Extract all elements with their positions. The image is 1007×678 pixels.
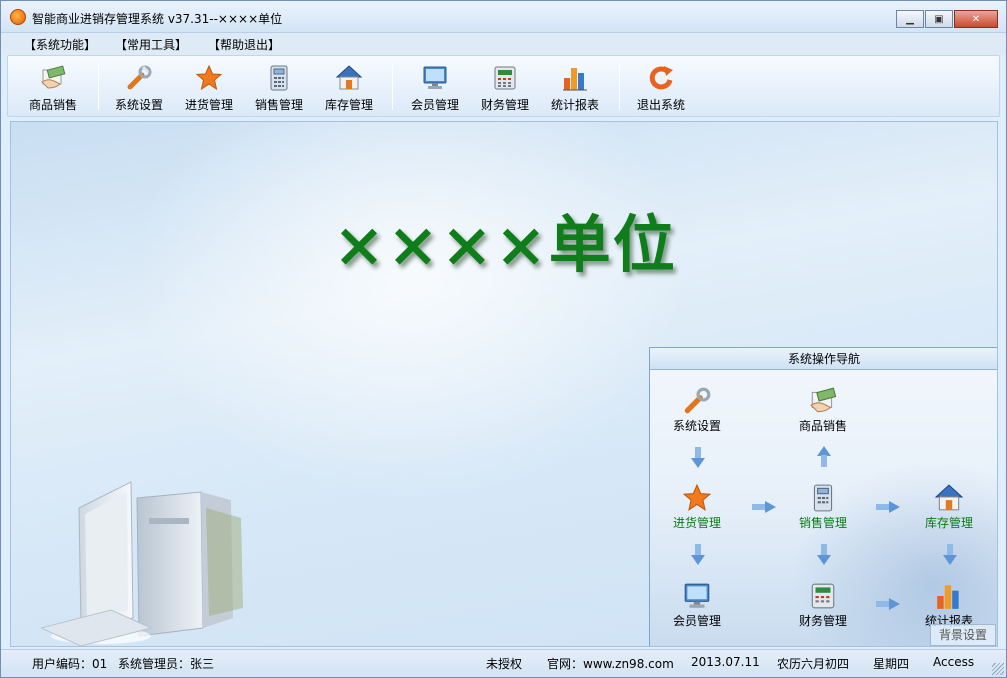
toolbar-label: 系统设置 <box>114 98 163 112</box>
nav-panel-title: 系统操作导航 <box>650 348 997 370</box>
star-icon <box>196 64 222 91</box>
minimize-button[interactable]: ▁ <box>896 10 924 28</box>
arrow-down-icon <box>691 447 705 468</box>
cash-register-icon <box>494 66 516 90</box>
main-content-area: ××××单位 系统操作导航 系统设置 商品销售 进货管理 销售管理 库存管理 会… <box>10 121 998 647</box>
toolbar-separator <box>98 64 99 110</box>
background-glow <box>131 122 691 502</box>
nav-label: 系统设置 <box>672 419 721 433</box>
nav-purchase[interactable]: 进货管理 <box>657 483 737 533</box>
nav-member[interactable]: 会员管理 <box>657 581 737 631</box>
nav-finance[interactable]: 财务管理 <box>783 581 863 631</box>
toolbar-finance-button[interactable]: 财务管理 <box>469 62 541 114</box>
toolbar-label: 财务管理 <box>480 98 529 112</box>
window-title: 智能商业进销存管理系统 v37.31--××××单位 <box>32 12 283 26</box>
nav-inventory[interactable]: 库存管理 <box>909 483 989 533</box>
status-website[interactable]: 官网：www.zn98.com <box>547 655 674 672</box>
toolbar-label: 商品销售 <box>28 98 77 112</box>
computers-illustration <box>41 481 243 646</box>
toolbar-sales-mgmt-button[interactable]: 销售管理 <box>243 62 315 114</box>
toolbar-label: 进货管理 <box>184 98 233 112</box>
close-button[interactable]: ✕ <box>954 10 998 28</box>
status-lunar-date: 农历六月初四 <box>777 657 850 671</box>
toolbar-label: 统计报表 <box>550 98 599 112</box>
toolbar-system-settings-button[interactable]: 系统设置 <box>103 62 175 114</box>
star-icon <box>683 483 711 511</box>
toolbar-separator <box>392 64 393 110</box>
nav-sales-mgmt[interactable]: 销售管理 <box>783 483 863 533</box>
arrow-right-icon <box>876 598 900 610</box>
menu-system-functions[interactable]: 【系统功能】 <box>24 36 96 53</box>
menu-common-tools[interactable]: 【常用工具】 <box>115 36 187 53</box>
toolbar-separator <box>619 64 620 110</box>
cash-register-icon <box>811 583 835 609</box>
status-license: 未授权 <box>486 657 523 671</box>
nav-label: 商品销售 <box>798 419 847 433</box>
arrow-down-icon <box>943 544 957 565</box>
toolbar: 商品销售 系统设置 进货管理 销售管理 库存管理 会员管理 财务管理 统计报表 … <box>7 55 1000 117</box>
hand-card-icon <box>41 65 66 89</box>
toolbar-report-button[interactable]: 统计报表 <box>539 62 611 114</box>
house-icon <box>336 65 362 90</box>
menu-bar: 【系统功能】 【常用工具】 【帮助退出】 <box>1 33 1006 55</box>
company-heading: ××××单位 <box>333 208 677 281</box>
window-controls: ▁ ▣ ✕ <box>896 10 998 28</box>
calculator-icon <box>270 65 288 91</box>
toolbar-exit-button[interactable]: 退出系统 <box>625 62 697 114</box>
status-database: Access <box>933 655 975 669</box>
nav-label: 会员管理 <box>672 614 721 628</box>
toolbar-label: 退出系统 <box>636 98 685 112</box>
background-settings-button[interactable]: 背景设置 <box>930 624 996 646</box>
nav-goods-sales[interactable]: 商品销售 <box>783 386 863 436</box>
menu-help-exit[interactable]: 【帮助退出】 <box>208 36 280 53</box>
toolbar-label: 会员管理 <box>410 98 459 112</box>
calculator-icon <box>813 484 833 512</box>
app-window: 智能商业进销存管理系统 v37.31--××××单位 ▁ ▣ ✕ 【系统功能】 … <box>0 0 1007 678</box>
arrow-right-icon <box>876 501 900 513</box>
monitor-icon <box>684 583 710 608</box>
nav-panel-body: 系统设置 商品销售 进货管理 销售管理 库存管理 会员管理 财务管理 统计报表 … <box>650 371 997 646</box>
status-date: 2013.07.11 <box>691 655 760 669</box>
title-bar[interactable]: 智能商业进销存管理系统 v37.31--××××单位 ▁ ▣ ✕ <box>1 1 1006 33</box>
arrow-down-icon <box>691 544 705 565</box>
toolbar-label: 库存管理 <box>324 98 373 112</box>
bar-chart-icon <box>563 68 587 91</box>
status-operator: 系统管理员：张三 <box>118 657 215 671</box>
nav-label: 库存管理 <box>924 516 973 530</box>
nav-system-settings[interactable]: 系统设置 <box>657 386 737 436</box>
refresh-icon <box>649 66 673 90</box>
resize-grip[interactable] <box>992 663 1004 675</box>
maximize-button[interactable]: ▣ <box>925 10 953 28</box>
house-icon <box>935 484 963 511</box>
nav-label: 进货管理 <box>672 516 721 530</box>
status-weekday: 星期四 <box>873 657 910 671</box>
nav-label: 销售管理 <box>798 516 847 530</box>
arrow-down-icon <box>817 544 831 565</box>
arrow-right-icon <box>752 501 776 513</box>
app-logo-icon <box>10 9 26 25</box>
toolbar-goods-sales-button[interactable]: 商品销售 <box>17 62 89 114</box>
toolbar-member-button[interactable]: 会员管理 <box>399 62 471 114</box>
wrench-icon <box>127 65 152 90</box>
nav-label: 财务管理 <box>798 614 847 628</box>
status-user-code: 用户编码：01 <box>32 657 108 671</box>
arrow-up-icon <box>817 446 831 467</box>
toolbar-inventory-button[interactable]: 库存管理 <box>313 62 385 114</box>
operation-nav-panel: 系统操作导航 系统设置 商品销售 进货管理 销售管理 库存管理 会员管理 财务管… <box>649 347 997 646</box>
wrench-icon <box>684 387 711 414</box>
toolbar-purchase-button[interactable]: 进货管理 <box>173 62 245 114</box>
monitor-icon <box>423 66 447 89</box>
status-bar: 用户编码：01 系统管理员：张三 未授权 官网：www.zn98.com 201… <box>1 649 1006 677</box>
hand-card-icon <box>810 387 837 413</box>
toolbar-label: 销售管理 <box>254 98 303 112</box>
bar-chart-icon <box>937 585 959 609</box>
